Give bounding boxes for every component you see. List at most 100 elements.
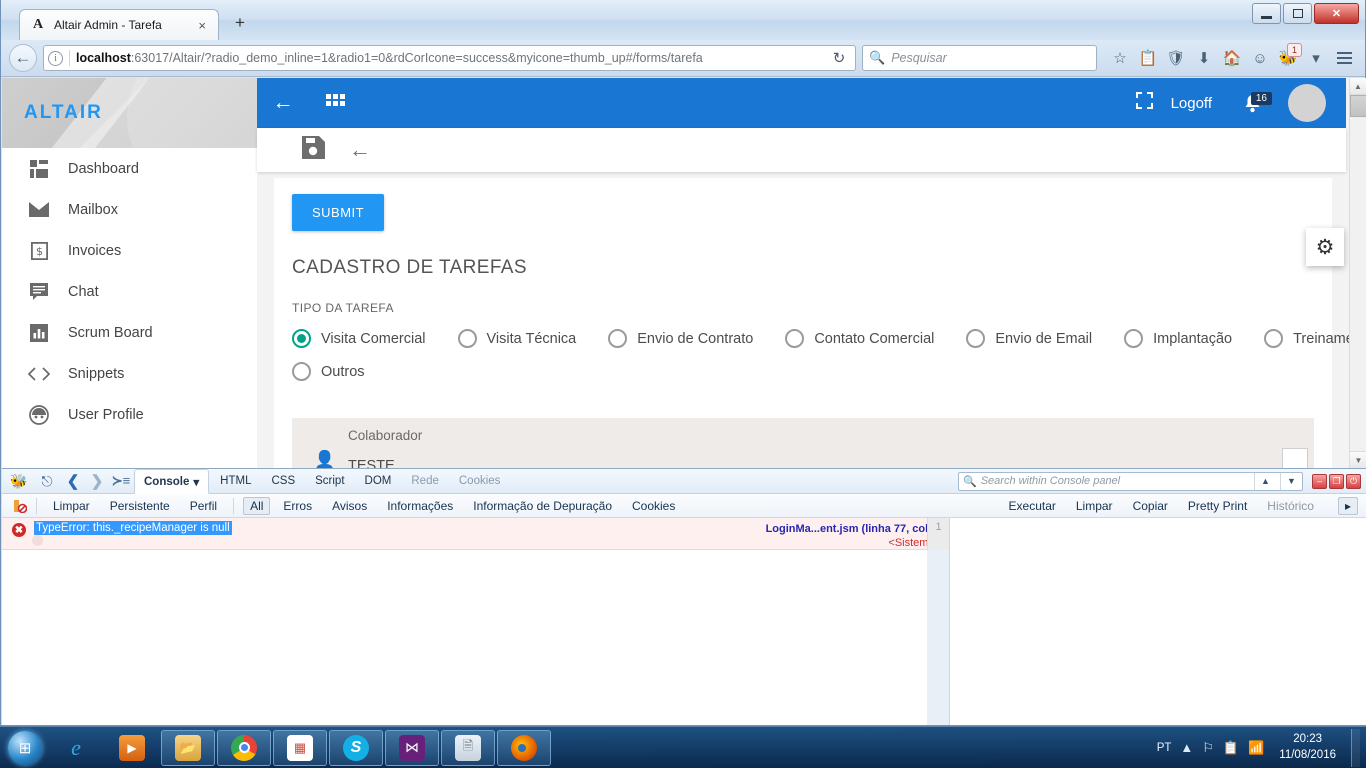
firebug-minimize-button[interactable]: – — [1312, 473, 1327, 489]
break-on-error-icon[interactable] — [10, 496, 30, 516]
radio-circle-icon[interactable] — [1124, 329, 1144, 348]
console-clear-button[interactable]: Limpar — [43, 499, 100, 513]
signal-icon[interactable]: 📶 — [1248, 740, 1264, 756]
radio-implantacao[interactable]: Implantação — [1124, 329, 1232, 348]
firebug-detach-button[interactable]: ❐ — [1329, 473, 1344, 489]
apps-grid-icon[interactable] — [309, 93, 361, 113]
logoff-button[interactable]: Logoff — [1171, 95, 1230, 112]
taskbar-item-notepad[interactable]: 🗎 — [441, 729, 495, 766]
tab-console[interactable]: Console ▾ — [134, 469, 210, 494]
sidebar-item-scrum-board[interactable]: Scrum Board — [2, 312, 257, 353]
inspect-element-icon[interactable]: ⎋ — [34, 470, 60, 492]
star-icon[interactable]: ☆ — [1107, 45, 1133, 71]
tab-rede[interactable]: Rede — [402, 469, 448, 494]
command-limpar[interactable]: Limpar — [1066, 499, 1123, 513]
radio-envio-de-email[interactable]: Envio de Email — [966, 329, 1092, 348]
site-info-icon[interactable]: i — [48, 50, 63, 66]
sidebar-item-dashboard[interactable]: Dashboard — [2, 148, 257, 189]
scrollbar-thumb[interactable] — [1350, 95, 1366, 117]
shield-icon[interactable]: 🛡 — [1163, 45, 1189, 71]
radio-circle-icon[interactable] — [457, 329, 477, 348]
chevron-down-icon[interactable]: ▾ — [193, 475, 199, 489]
command-editor-pane[interactable] — [950, 518, 1366, 725]
panel-list-icon[interactable]: ≻≡ — [110, 470, 132, 492]
filter-all[interactable]: All — [243, 496, 271, 515]
back-icon[interactable]: ← — [9, 44, 37, 72]
browser-search-box[interactable]: 🔍 Pesquisar — [862, 45, 1097, 71]
console-profile-button[interactable]: Perfil — [180, 499, 227, 513]
console-error-row[interactable]: ✖ TypeError: this._recipeManager is null… — [2, 518, 949, 550]
filter-informacao-depuracao[interactable]: Informação de Depuração — [463, 499, 622, 513]
action-center-icon[interactable]: 📋 — [1223, 740, 1239, 756]
browser-tab[interactable]: A Altair Admin - Tarefa × — [19, 9, 219, 40]
taskbar-item-media-player[interactable]: ▶ — [105, 730, 159, 766]
radio-contato-comercial[interactable]: Contato Comercial — [785, 329, 934, 348]
radio-circle-icon[interactable] — [785, 329, 805, 348]
tab-css[interactable]: CSS — [262, 469, 304, 494]
maximize-window-button[interactable] — [1283, 3, 1312, 24]
gear-icon[interactable]: ⚙ — [1306, 228, 1344, 266]
command-historico[interactable]: Histórico — [1257, 499, 1324, 513]
close-window-button[interactable]: ✕ — [1314, 3, 1359, 24]
reload-icon[interactable]: ↻ — [827, 46, 851, 70]
home-icon[interactable]: 🏠 — [1219, 45, 1245, 71]
network-flag-icon[interactable]: ⚐ — [1202, 740, 1214, 756]
taskbar-item-google-chrome[interactable] — [217, 729, 271, 766]
taskbar-item-visual-studio[interactable]: ⋈ — [385, 729, 439, 766]
clock[interactable]: 20:23 11/08/2016 — [1273, 732, 1342, 763]
radio-circle-selected-icon[interactable] — [292, 329, 311, 348]
filter-avisos[interactable]: Avisos — [322, 499, 377, 513]
header-back-icon[interactable]: ← — [257, 91, 309, 115]
filter-informacoes[interactable]: Informações — [377, 499, 463, 513]
console-error-message[interactable]: TypeError: this._recipeManager is null — [34, 521, 232, 535]
command-copiar[interactable]: Copiar — [1123, 499, 1178, 513]
tab-html[interactable]: HTML — [211, 469, 260, 494]
taskbar-item-skype[interactable]: S — [329, 729, 383, 766]
tab-cookies[interactable]: Cookies — [450, 469, 510, 494]
radio-visita-tecnica[interactable]: Visita Técnica — [457, 329, 576, 348]
radio-circle-icon[interactable] — [292, 362, 311, 381]
new-tab-button[interactable]: + — [225, 14, 255, 34]
sidebar-item-snippets[interactable]: Snippets — [2, 353, 257, 394]
smiley-icon[interactable]: ☺ — [1247, 45, 1273, 71]
taskbar-item-windows-explorer[interactable]: 📂 — [161, 729, 215, 766]
url-bar[interactable]: i localhost:63017/Altair/?radio_demo_inl… — [43, 45, 856, 71]
command-pretty-print[interactable]: Pretty Print — [1178, 499, 1257, 513]
notifications-button[interactable]: 16 — [1230, 92, 1274, 113]
clipboard-icon[interactable]: 📋 — [1135, 45, 1161, 71]
filter-erros[interactable]: Erros — [273, 499, 322, 513]
firebug-close-button[interactable]: ⏻ — [1346, 473, 1361, 489]
avatar[interactable] — [1288, 84, 1326, 122]
search-next-icon[interactable]: ▼ — [1280, 472, 1302, 490]
taskbar-item-firefox[interactable] — [497, 729, 551, 766]
console-persist-button[interactable]: Persistente — [100, 499, 180, 513]
start-button[interactable]: ⊞ — [2, 729, 48, 767]
firebug-search-input[interactable]: 🔍 Search within Console panel ▲ ▼ — [958, 471, 1303, 491]
close-tab-icon[interactable]: × — [194, 18, 210, 33]
error-expand-bullet-icon[interactable] — [32, 535, 43, 546]
sidebar-item-invoices[interactable]: $ Invoices — [2, 230, 257, 271]
radio-circle-icon[interactable] — [966, 329, 986, 348]
collaborator-side-input[interactable] — [1282, 448, 1308, 468]
tab-script[interactable]: Script — [306, 469, 353, 494]
sidebar-item-chat[interactable]: Chat — [2, 271, 257, 312]
taskbar-item-app-grid[interactable]: ▦ — [273, 729, 327, 766]
radio-envio-de-contrato[interactable]: Envio de Contrato — [608, 329, 753, 348]
scroll-down-arrow-icon[interactable]: ▼ — [1350, 451, 1366, 468]
taskbar-item-internet-explorer[interactable]: e — [49, 730, 103, 766]
sidebar-item-mailbox[interactable]: Mailbox — [2, 189, 257, 230]
show-desktop-button[interactable] — [1351, 728, 1360, 767]
firebug-icon[interactable]: 🐝 — [6, 470, 32, 492]
history-forward-icon[interactable]: ❯ — [86, 470, 108, 492]
more-commands-icon[interactable]: ▸ — [1337, 496, 1358, 515]
radio-circle-icon[interactable] — [1264, 329, 1284, 348]
toolbar-back-icon[interactable]: ← — [349, 137, 371, 163]
hamburger-menu-icon[interactable] — [1331, 45, 1357, 71]
collaborator-value[interactable]: TESTE — [348, 458, 395, 468]
submit-button[interactable]: SUBMIT — [292, 194, 385, 231]
minimize-window-button[interactable] — [1252, 3, 1281, 24]
fullscreen-icon[interactable] — [1118, 92, 1171, 114]
sidebar-item-user-profile[interactable]: User Profile — [2, 394, 257, 435]
search-prev-icon[interactable]: ▲ — [1254, 472, 1276, 490]
radio-circle-icon[interactable] — [608, 329, 628, 348]
